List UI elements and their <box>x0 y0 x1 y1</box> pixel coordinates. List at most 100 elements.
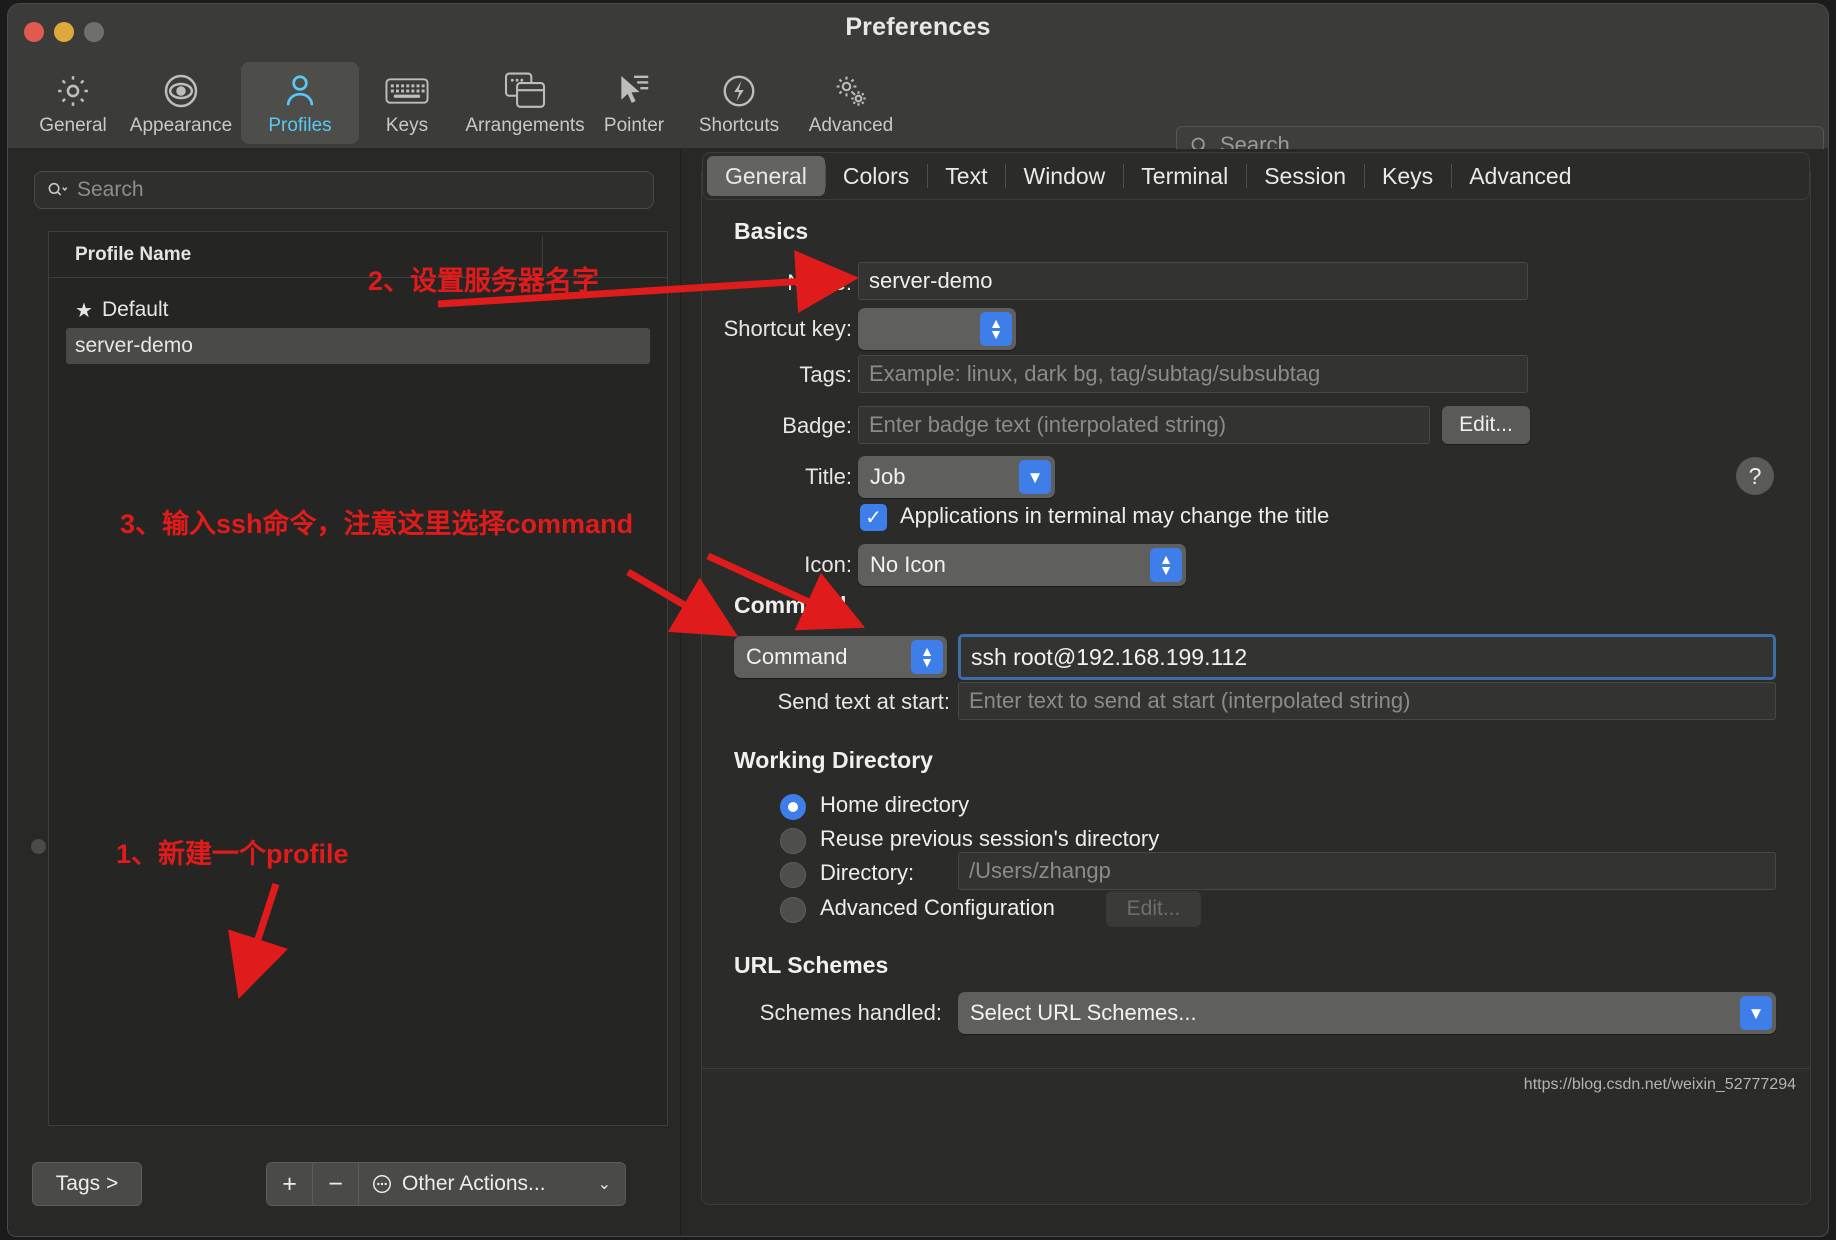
toolbar-item-profiles[interactable]: Profiles <box>241 62 359 144</box>
remove-profile-button[interactable]: − <box>313 1163 359 1205</box>
eye-icon <box>161 69 201 113</box>
toolbar-item-label: Shortcuts <box>698 115 780 136</box>
icon-label: Icon: <box>804 552 852 577</box>
change-title-label: Applications in terminal may change the … <box>900 503 1330 528</box>
toolbar-item-advanced[interactable]: Advanced <box>790 62 912 144</box>
title-bar: Preferences <box>8 4 1828 60</box>
profile-settings-panel: General Colors Text Window Terminal Sess… <box>701 152 1811 1205</box>
add-profile-button[interactable]: + <box>267 1163 313 1205</box>
stepper-arrows-icon: ▲ ▼ <box>1150 548 1182 582</box>
other-actions-label: Other Actions... <box>402 1172 546 1195</box>
other-actions-button[interactable]: Other Actions... ⌄ <box>359 1163 625 1205</box>
toolbar-item-general[interactable]: General <box>14 62 132 144</box>
tab-general[interactable]: General <box>707 156 825 196</box>
chevron-down-icon: ▼ <box>1740 996 1772 1030</box>
radio-label-home-directory: Home directory <box>820 792 970 817</box>
tab-session[interactable]: Session <box>1246 156 1364 196</box>
toolbar-item-label: Pointer <box>603 115 665 136</box>
profile-actions-group: + − Other Actions... ⌄ <box>266 1162 626 1206</box>
radio-label-advanced-configuration: Advanced Configuration <box>820 895 1055 920</box>
toolbar-item-label: Keys <box>385 115 429 136</box>
chevron-down-icon: ⌄ <box>597 1176 611 1193</box>
command-type-select[interactable]: Command ▲ ▼ <box>734 636 947 678</box>
tab-window[interactable]: Window <box>1005 156 1123 196</box>
name-input[interactable]: server-demo <box>858 262 1528 300</box>
search-dropdown-icon <box>48 182 68 196</box>
tab-advanced[interactable]: Advanced <box>1451 156 1589 196</box>
tags-input[interactable]: Example: linux, dark bg, tag/subtag/subs… <box>858 355 1528 393</box>
radio-label-reuse-previous: Reuse previous session's directory <box>820 826 1160 851</box>
annotation-2: 2、设置服务器名字 <box>368 266 600 296</box>
gear-icon <box>54 69 92 113</box>
title-help-button[interactable]: ? <box>1736 457 1774 495</box>
toolbar-item-label: Profiles <box>268 115 332 136</box>
profile-search-input[interactable]: Search <box>34 171 654 209</box>
annotation-3: 3、输入ssh命令，注意这里选择command <box>120 509 634 539</box>
keyboard-icon <box>385 69 429 113</box>
badge-label: Badge: <box>782 413 852 438</box>
tags-label: Tags: <box>799 362 852 387</box>
icon-select[interactable]: No Icon ▲ ▼ <box>858 544 1186 586</box>
chevron-down-icon: ▼ <box>1019 460 1051 494</box>
section-header-working-directory: Working Directory <box>734 747 933 773</box>
profile-name: Default <box>101 298 169 321</box>
title-select[interactable]: Job ▼ <box>858 456 1055 498</box>
change-title-checkbox[interactable]: ✓ <box>860 504 887 531</box>
radio-home-directory[interactable] <box>780 794 806 820</box>
profile-name: server-demo <box>75 334 193 357</box>
profiles-sidebar: Search Profile Name ★ Default server-dem… <box>8 149 681 1236</box>
send-text-input[interactable]: Enter text to send at start (interpolate… <box>958 682 1776 720</box>
shortcut-key-select[interactable]: ▲ ▼ <box>858 308 1016 350</box>
windows-icon <box>504 69 546 113</box>
annotation-1: 1、新建一个profile <box>116 839 349 869</box>
url-schemes-select[interactable]: Select URL Schemes... ▼ <box>958 992 1776 1034</box>
radio-advanced-configuration[interactable] <box>780 897 806 923</box>
radio-directory[interactable] <box>780 862 806 888</box>
command-type-value: Command <box>746 644 848 669</box>
bolt-icon <box>720 69 758 113</box>
toolbar-item-appearance[interactable]: Appearance <box>122 62 240 144</box>
preferences-toolbar: General Appearance Profiles Keys Arrange… <box>8 60 1828 192</box>
settings-tabbar: General Colors Text Window Terminal Sess… <box>702 152 1810 200</box>
ellipsis-circle-icon <box>373 1175 391 1193</box>
badge-edit-button[interactable]: Edit... <box>1442 406 1530 444</box>
column-header-profile-name: Profile Name <box>75 243 192 265</box>
preferences-window: Preferences General Appearance Profiles … <box>8 4 1828 1236</box>
sidebar-resize-handle[interactable] <box>31 839 46 854</box>
url-schemes-value: Select URL Schemes... <box>970 1000 1197 1025</box>
radio-reuse-previous[interactable] <box>780 828 806 854</box>
send-text-label: Send text at start: <box>777 689 950 714</box>
toolbar-item-label: Advanced <box>808 115 894 136</box>
window-title: Preferences <box>845 13 991 41</box>
tab-text[interactable]: Text <box>927 156 1005 196</box>
directory-input[interactable]: /Users/zhangp <box>958 852 1776 890</box>
tab-keys[interactable]: Keys <box>1364 156 1451 196</box>
toolbar-item-shortcuts[interactable]: Shortcuts <box>678 62 800 144</box>
toolbar-item-label: General <box>39 115 107 136</box>
tags-button[interactable]: Tags > <box>32 1162 142 1206</box>
advanced-configuration-edit-button[interactable]: Edit... <box>1106 891 1201 927</box>
stepper-arrows-icon: ▲ ▼ <box>980 312 1012 346</box>
cursor-icon <box>615 69 653 113</box>
section-header-command: Command <box>734 592 847 618</box>
stepper-arrows-icon: ▲ ▼ <box>911 640 943 674</box>
title-value: Job <box>870 464 906 489</box>
badge-input[interactable]: Enter badge text (interpolated string) <box>858 406 1430 444</box>
section-header-url-schemes: URL Schemes <box>734 952 889 978</box>
tab-colors[interactable]: Colors <box>824 156 927 196</box>
preferences-body: Search Profile Name ★ Default server-dem… <box>8 149 1828 1236</box>
star-icon: ★ <box>75 299 93 322</box>
name-label: Name: <box>787 270 852 295</box>
watermark-text: https://blog.csdn.net/weixin_52777294 <box>1523 1076 1796 1093</box>
list-item[interactable]: server-demo <box>66 328 650 364</box>
toolbar-item-keys[interactable]: Keys <box>348 62 466 144</box>
general-tab-content: Basics Name: server-demo Shortcut key: ▲… <box>702 212 1810 1204</box>
shortcut-key-label: Shortcut key: <box>723 316 852 341</box>
command-input[interactable]: ssh root@192.168.199.112 <box>958 634 1776 680</box>
toolbar-item-label: Appearance <box>129 115 233 136</box>
tab-terminal[interactable]: Terminal <box>1123 156 1246 196</box>
icon-value: No Icon <box>870 552 946 577</box>
toolbar-item-pointer[interactable]: Pointer <box>575 62 693 144</box>
sidebar-toolbar: Tags > + − Other Actions... ⌄ <box>8 1144 681 1236</box>
schemes-handled-label: Schemes handled: <box>759 1000 942 1025</box>
